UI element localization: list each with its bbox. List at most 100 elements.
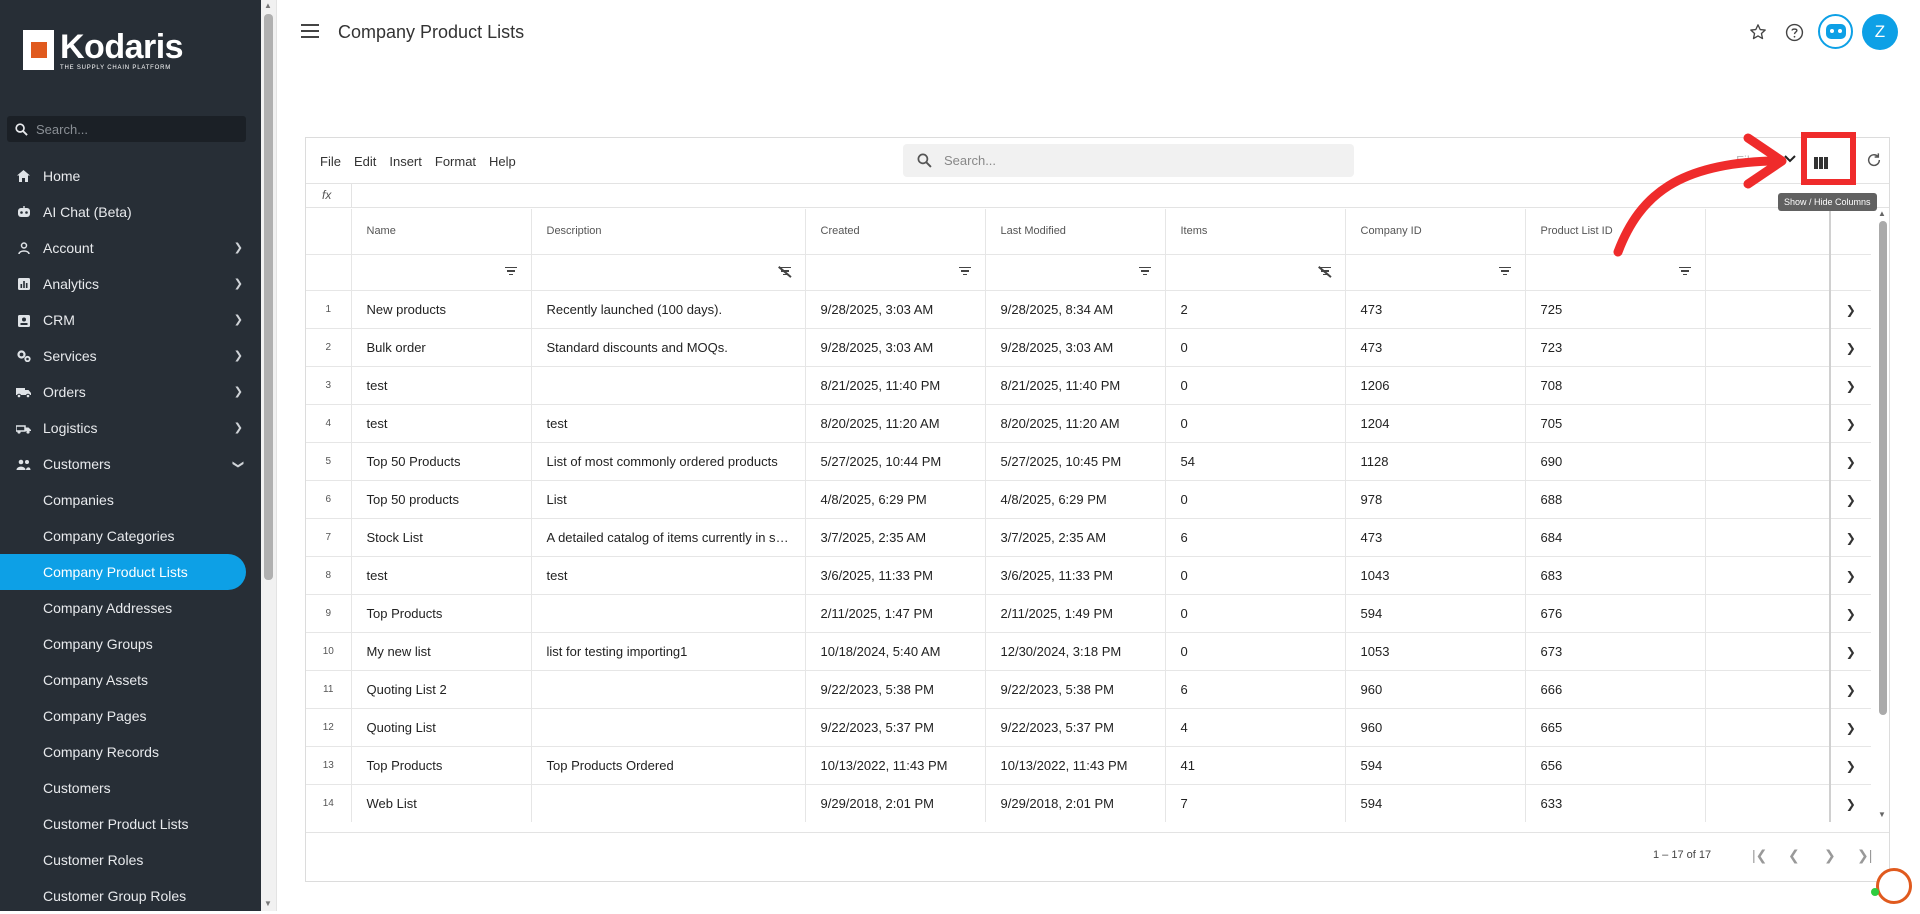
cell-items[interactable]: 4 bbox=[1165, 708, 1346, 747]
cell-description[interactable]: Standard discounts and MOQs. bbox=[531, 328, 806, 367]
sidebar-item-ai-chat[interactable]: AI Chat (Beta) bbox=[0, 194, 261, 230]
support-chat-icon[interactable] bbox=[1876, 868, 1912, 904]
filter-icon[interactable] bbox=[958, 266, 971, 277]
filter-icon[interactable] bbox=[1138, 266, 1151, 277]
cell-created[interactable]: 3/6/2025, 11:33 PM bbox=[805, 556, 986, 595]
cell-company-id[interactable]: 473 bbox=[1345, 290, 1526, 329]
column-header-description[interactable]: Description bbox=[531, 209, 806, 255]
cell-company-id[interactable]: 594 bbox=[1345, 784, 1526, 822]
cell-modified[interactable]: 10/13/2022, 11:43 PM bbox=[985, 746, 1166, 785]
cell-list-id[interactable]: 684 bbox=[1525, 518, 1706, 557]
filter-cell-created[interactable] bbox=[805, 254, 986, 291]
cell-modified[interactable]: 8/21/2025, 11:40 PM bbox=[985, 366, 1166, 405]
scroll-up-icon[interactable]: ▲ bbox=[264, 1, 272, 10]
sidebar-subitem-company-records[interactable]: Company Records bbox=[0, 734, 261, 770]
grid-vertical-scrollbar[interactable]: ▲ ▼ bbox=[1878, 209, 1888, 819]
first-page-icon[interactable]: |❮ bbox=[1752, 847, 1767, 864]
cell-name[interactable]: Bulk order bbox=[351, 328, 532, 367]
cell-company-id[interactable]: 1043 bbox=[1345, 556, 1526, 595]
sidebar-item-orders[interactable]: Orders ❯ bbox=[0, 374, 261, 410]
filter-cell-items[interactable] bbox=[1165, 254, 1346, 291]
row-open-button[interactable]: ❯ bbox=[1829, 480, 1871, 519]
sidebar-subitem-company-addresses[interactable]: Company Addresses bbox=[0, 590, 261, 626]
cell-items[interactable]: 0 bbox=[1165, 404, 1346, 443]
next-page-icon[interactable]: ❯ bbox=[1824, 847, 1836, 864]
row-open-button[interactable]: ❯ bbox=[1829, 670, 1871, 709]
column-header-company-id[interactable]: Company ID bbox=[1345, 209, 1526, 255]
cell-items[interactable]: 0 bbox=[1165, 556, 1346, 595]
cell-description[interactable]: List bbox=[531, 480, 806, 519]
kodaris-logo[interactable]: Kodaris THE SUPPLY CHAIN PLATFORM bbox=[14, 30, 184, 71]
cell-list-id[interactable]: 688 bbox=[1525, 480, 1706, 519]
sidebar-subitem-companies[interactable]: Companies bbox=[0, 482, 261, 518]
cell-items[interactable]: 6 bbox=[1165, 670, 1346, 709]
cell-modified[interactable]: 9/22/2023, 5:37 PM bbox=[985, 708, 1166, 747]
table-row[interactable]: 2 Bulk order Standard discounts and MOQs. 9… bbox=[306, 328, 1871, 367]
table-row[interactable]: 7 Stock List A detailed catalog of items c… bbox=[306, 518, 1871, 557]
filter-cell-company-id[interactable] bbox=[1345, 254, 1526, 291]
cell-items[interactable]: 6 bbox=[1165, 518, 1346, 557]
cell-name[interactable]: My new list bbox=[351, 632, 532, 671]
cell-description[interactable]: List of most commonly ordered products bbox=[531, 442, 806, 481]
menu-insert[interactable]: Insert bbox=[389, 154, 422, 169]
cell-modified[interactable]: 8/20/2025, 11:20 AM bbox=[985, 404, 1166, 443]
cell-name[interactable]: test bbox=[351, 366, 532, 405]
cell-created[interactable]: 9/28/2025, 3:03 AM bbox=[805, 328, 986, 367]
cell-modified[interactable]: 5/27/2025, 10:45 PM bbox=[985, 442, 1166, 481]
grid-scrollbar-thumb[interactable] bbox=[1879, 221, 1887, 715]
sidebar-search-input[interactable] bbox=[36, 121, 226, 137]
row-open-button[interactable]: ❯ bbox=[1829, 328, 1871, 367]
table-row[interactable]: 10 My new list list for testing importing1… bbox=[306, 632, 1871, 671]
cell-modified[interactable]: 9/29/2018, 2:01 PM bbox=[985, 784, 1166, 822]
table-row[interactable]: 1 New products Recently launched (100 days… bbox=[306, 290, 1871, 329]
cell-items[interactable]: 41 bbox=[1165, 746, 1346, 785]
sidebar-item-crm[interactable]: CRM ❯ bbox=[0, 302, 261, 338]
cell-list-id[interactable]: 656 bbox=[1525, 746, 1706, 785]
previous-page-icon[interactable]: ❮ bbox=[1788, 847, 1800, 864]
cell-modified[interactable]: 2/11/2025, 1:49 PM bbox=[985, 594, 1166, 633]
cell-name[interactable]: Top 50 products bbox=[351, 480, 532, 519]
cell-company-id[interactable]: 1204 bbox=[1345, 404, 1526, 443]
cell-name[interactable]: New products bbox=[351, 290, 532, 329]
row-open-button[interactable]: ❯ bbox=[1829, 632, 1871, 671]
sidebar-subitem-customer-group-roles[interactable]: Customer Group Roles bbox=[0, 878, 261, 914]
cell-list-id[interactable]: 723 bbox=[1525, 328, 1706, 367]
table-row[interactable]: 3 test 8/21/2025, 11:40 PM 8/21/2025, 11:40… bbox=[306, 366, 1871, 405]
row-open-button[interactable]: ❯ bbox=[1829, 784, 1871, 822]
sidebar-subitem-customer-product-lists[interactable]: Customer Product Lists bbox=[0, 806, 261, 842]
row-open-button[interactable]: ❯ bbox=[1829, 556, 1871, 595]
table-row[interactable]: 14 Web List 9/29/2018, 2:01 PM 9/29/2018, 2… bbox=[306, 784, 1871, 822]
column-header-last-modified[interactable]: Last Modified bbox=[985, 209, 1166, 255]
filter-icon[interactable] bbox=[1498, 266, 1511, 277]
cell-created[interactable]: 9/28/2025, 3:03 AM bbox=[805, 290, 986, 329]
cell-list-id[interactable]: 690 bbox=[1525, 442, 1706, 481]
row-open-button[interactable]: ❯ bbox=[1829, 442, 1871, 481]
table-row[interactable]: 11 Quoting List 2 9/22/2023, 5:38 PM 9/22/2… bbox=[306, 670, 1871, 709]
sidebar-subitem-company-assets[interactable]: Company Assets bbox=[0, 662, 261, 698]
hamburger-menu-icon[interactable] bbox=[301, 24, 319, 38]
table-row[interactable]: 9 Top Products 2/11/2025, 1:47 PM 2/11/2025… bbox=[306, 594, 1871, 633]
cell-description[interactable] bbox=[531, 708, 806, 747]
sidebar-subitem-customers[interactable]: Customers bbox=[0, 770, 261, 806]
sidebar-item-home[interactable]: Home bbox=[0, 158, 261, 194]
menu-file[interactable]: File bbox=[320, 154, 341, 169]
cell-description[interactable]: Top Products Ordered bbox=[531, 746, 806, 785]
cell-list-id[interactable]: 708 bbox=[1525, 366, 1706, 405]
cell-list-id[interactable]: 676 bbox=[1525, 594, 1706, 633]
cell-name[interactable]: Top Products bbox=[351, 594, 532, 633]
scroll-down-icon[interactable]: ▼ bbox=[1878, 810, 1886, 819]
cell-list-id[interactable]: 683 bbox=[1525, 556, 1706, 595]
cell-name[interactable]: Web List bbox=[351, 784, 532, 822]
sidebar-item-customers[interactable]: Customers ❯ bbox=[0, 446, 261, 482]
cell-created[interactable]: 3/7/2025, 2:35 AM bbox=[805, 518, 986, 557]
row-open-button[interactable]: ❯ bbox=[1829, 366, 1871, 405]
help-icon[interactable] bbox=[1782, 20, 1806, 44]
menu-help[interactable]: Help bbox=[489, 154, 516, 169]
cell-description[interactable] bbox=[531, 670, 806, 709]
filter-off-icon[interactable] bbox=[1318, 266, 1331, 277]
cell-description[interactable]: test bbox=[531, 404, 806, 443]
cell-modified[interactable]: 12/30/2024, 3:18 PM bbox=[985, 632, 1166, 671]
sidebar-scrollbar-thumb[interactable] bbox=[264, 14, 273, 580]
scroll-up-icon[interactable]: ▲ bbox=[1878, 209, 1886, 218]
sidebar-subitem-company-product-lists[interactable]: Company Product Lists bbox=[0, 554, 246, 590]
